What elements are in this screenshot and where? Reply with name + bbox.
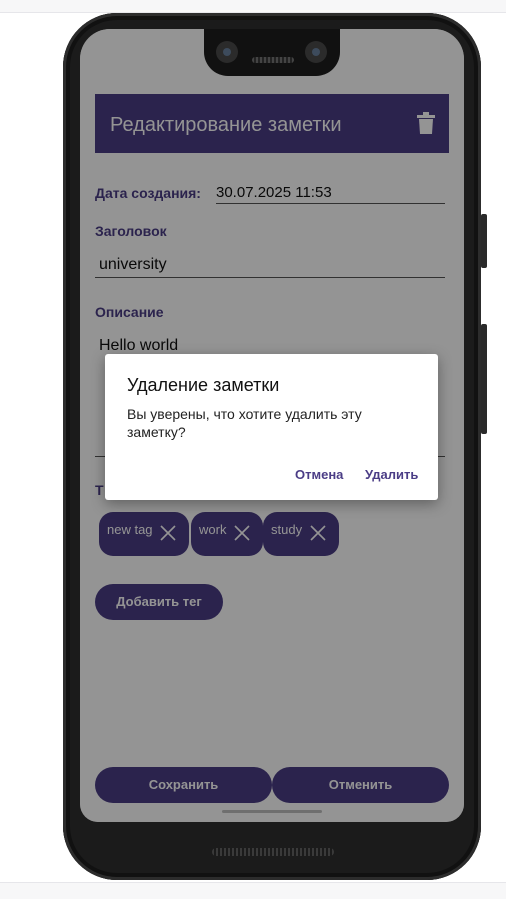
- volume-button: [481, 324, 487, 434]
- camera-icon: [305, 41, 327, 63]
- home-indicator[interactable]: [222, 810, 322, 813]
- device-screen: 11:56 Редактирование заметки Дата создан…: [80, 29, 464, 822]
- browser-bottom-strip: [0, 882, 506, 899]
- camera-notch: [204, 29, 340, 76]
- browser-top-strip: [0, 0, 506, 13]
- camera-icon: [216, 41, 238, 63]
- dialog-cancel-button[interactable]: Отмена: [295, 467, 343, 482]
- earpiece-speaker: [252, 57, 294, 63]
- power-button: [481, 214, 487, 268]
- dialog-message: Вы уверены, что хотите удалить эту замет…: [127, 406, 362, 440]
- dialog-delete-button[interactable]: Удалить: [365, 467, 418, 482]
- dialog-title: Удаление заметки: [127, 375, 280, 395]
- bottom-speaker: [212, 848, 334, 856]
- delete-dialog: Удаление заметки Вы уверены, что хотите …: [105, 354, 438, 500]
